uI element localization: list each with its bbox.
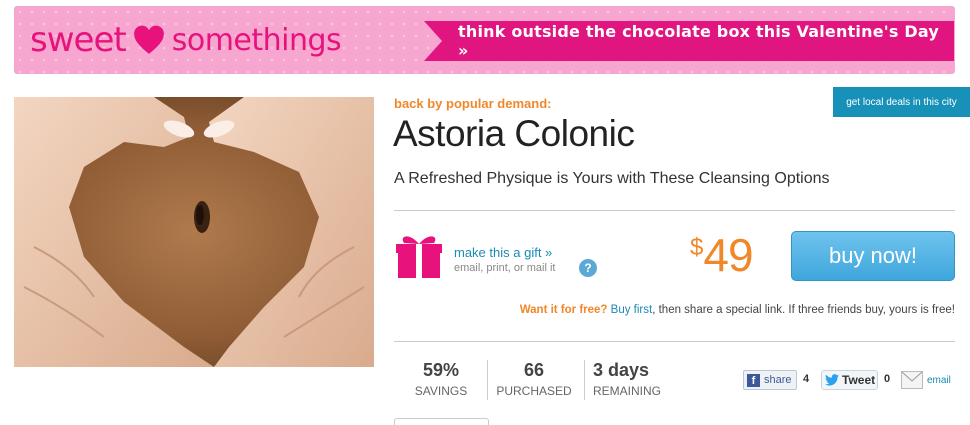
banner-ribbon[interactable]: think outside the chocolate box this Val… [424,21,954,61]
buy-now-label[interactable]: buy now! [829,243,917,269]
help-icon-glyph: ? [584,261,592,275]
free-offer-rest: , then share a special link. If three fr… [652,304,955,316]
stat-purchased: 66 PURCHASED [494,360,574,398]
help-icon[interactable]: ? [579,259,597,277]
email-share-link[interactable]: email [927,375,951,386]
heart-icon [133,25,164,54]
stat-remaining: 3 days REMAINING [593,360,661,398]
free-offer-text: Want it for free? Buy first, then share … [520,304,955,316]
valentines-banner[interactable]: sweet somethings think outside the choco… [14,6,955,74]
gift-icon[interactable] [394,230,444,280]
divider [394,341,955,342]
stat-divider [584,360,585,400]
stat-value: 66 [523,360,545,380]
stat-label: PURCHASED [496,384,572,398]
bottom-tab[interactable] [394,418,489,425]
local-deals-label[interactable]: get local deals in this city [846,97,957,108]
logo-word-sweet: sweet [30,20,127,60]
deal-photo-image [14,97,374,367]
banner-tagline[interactable]: think outside the chocolate box this Val… [458,22,954,60]
gift-subtext: email, print, or mail it [454,262,556,274]
deal-title: Astoria Colonic [393,113,635,154]
facebook-share-label[interactable]: share [764,374,792,386]
divider [394,210,955,211]
stat-value: 59% [422,360,460,380]
free-offer-question: Want it for free? [519,304,608,316]
make-gift-link[interactable]: make this a gift » [454,245,552,260]
price-currency: $ [690,234,704,261]
tweet-label[interactable]: Tweet [842,373,875,387]
sweet-somethings-logo: sweet somethings [30,14,342,66]
tweet-button[interactable]: Tweet [821,370,878,390]
deal-price: $ 49 [690,228,754,282]
stat-label: REMAINING [593,384,662,398]
tweet-count: 0 [884,373,891,385]
stat-value: 3 days [593,360,650,380]
deal-kicker: back by popular demand: [394,96,552,111]
stat-savings: 59% SAVINGS [410,360,472,398]
logo-word-somethings: somethings [171,22,342,58]
buy-now-button[interactable]: buy now! [791,231,955,281]
facebook-icon: f [747,373,760,387]
deal-subtitle: A Refreshed Physique is Yours with These… [394,170,830,187]
stat-divider [487,360,488,400]
price-value: 49 [703,229,753,281]
facebook-share-count: 4 [803,373,810,385]
email-icon[interactable] [901,371,923,389]
local-deals-button[interactable]: get local deals in this city [833,87,970,117]
facebook-share-button[interactable]: f share [743,370,797,390]
twitter-bird-icon [825,374,839,386]
stat-label: SAVINGS [414,384,468,398]
buy-first-link[interactable]: Buy first [611,304,653,316]
deal-photo [14,97,374,367]
